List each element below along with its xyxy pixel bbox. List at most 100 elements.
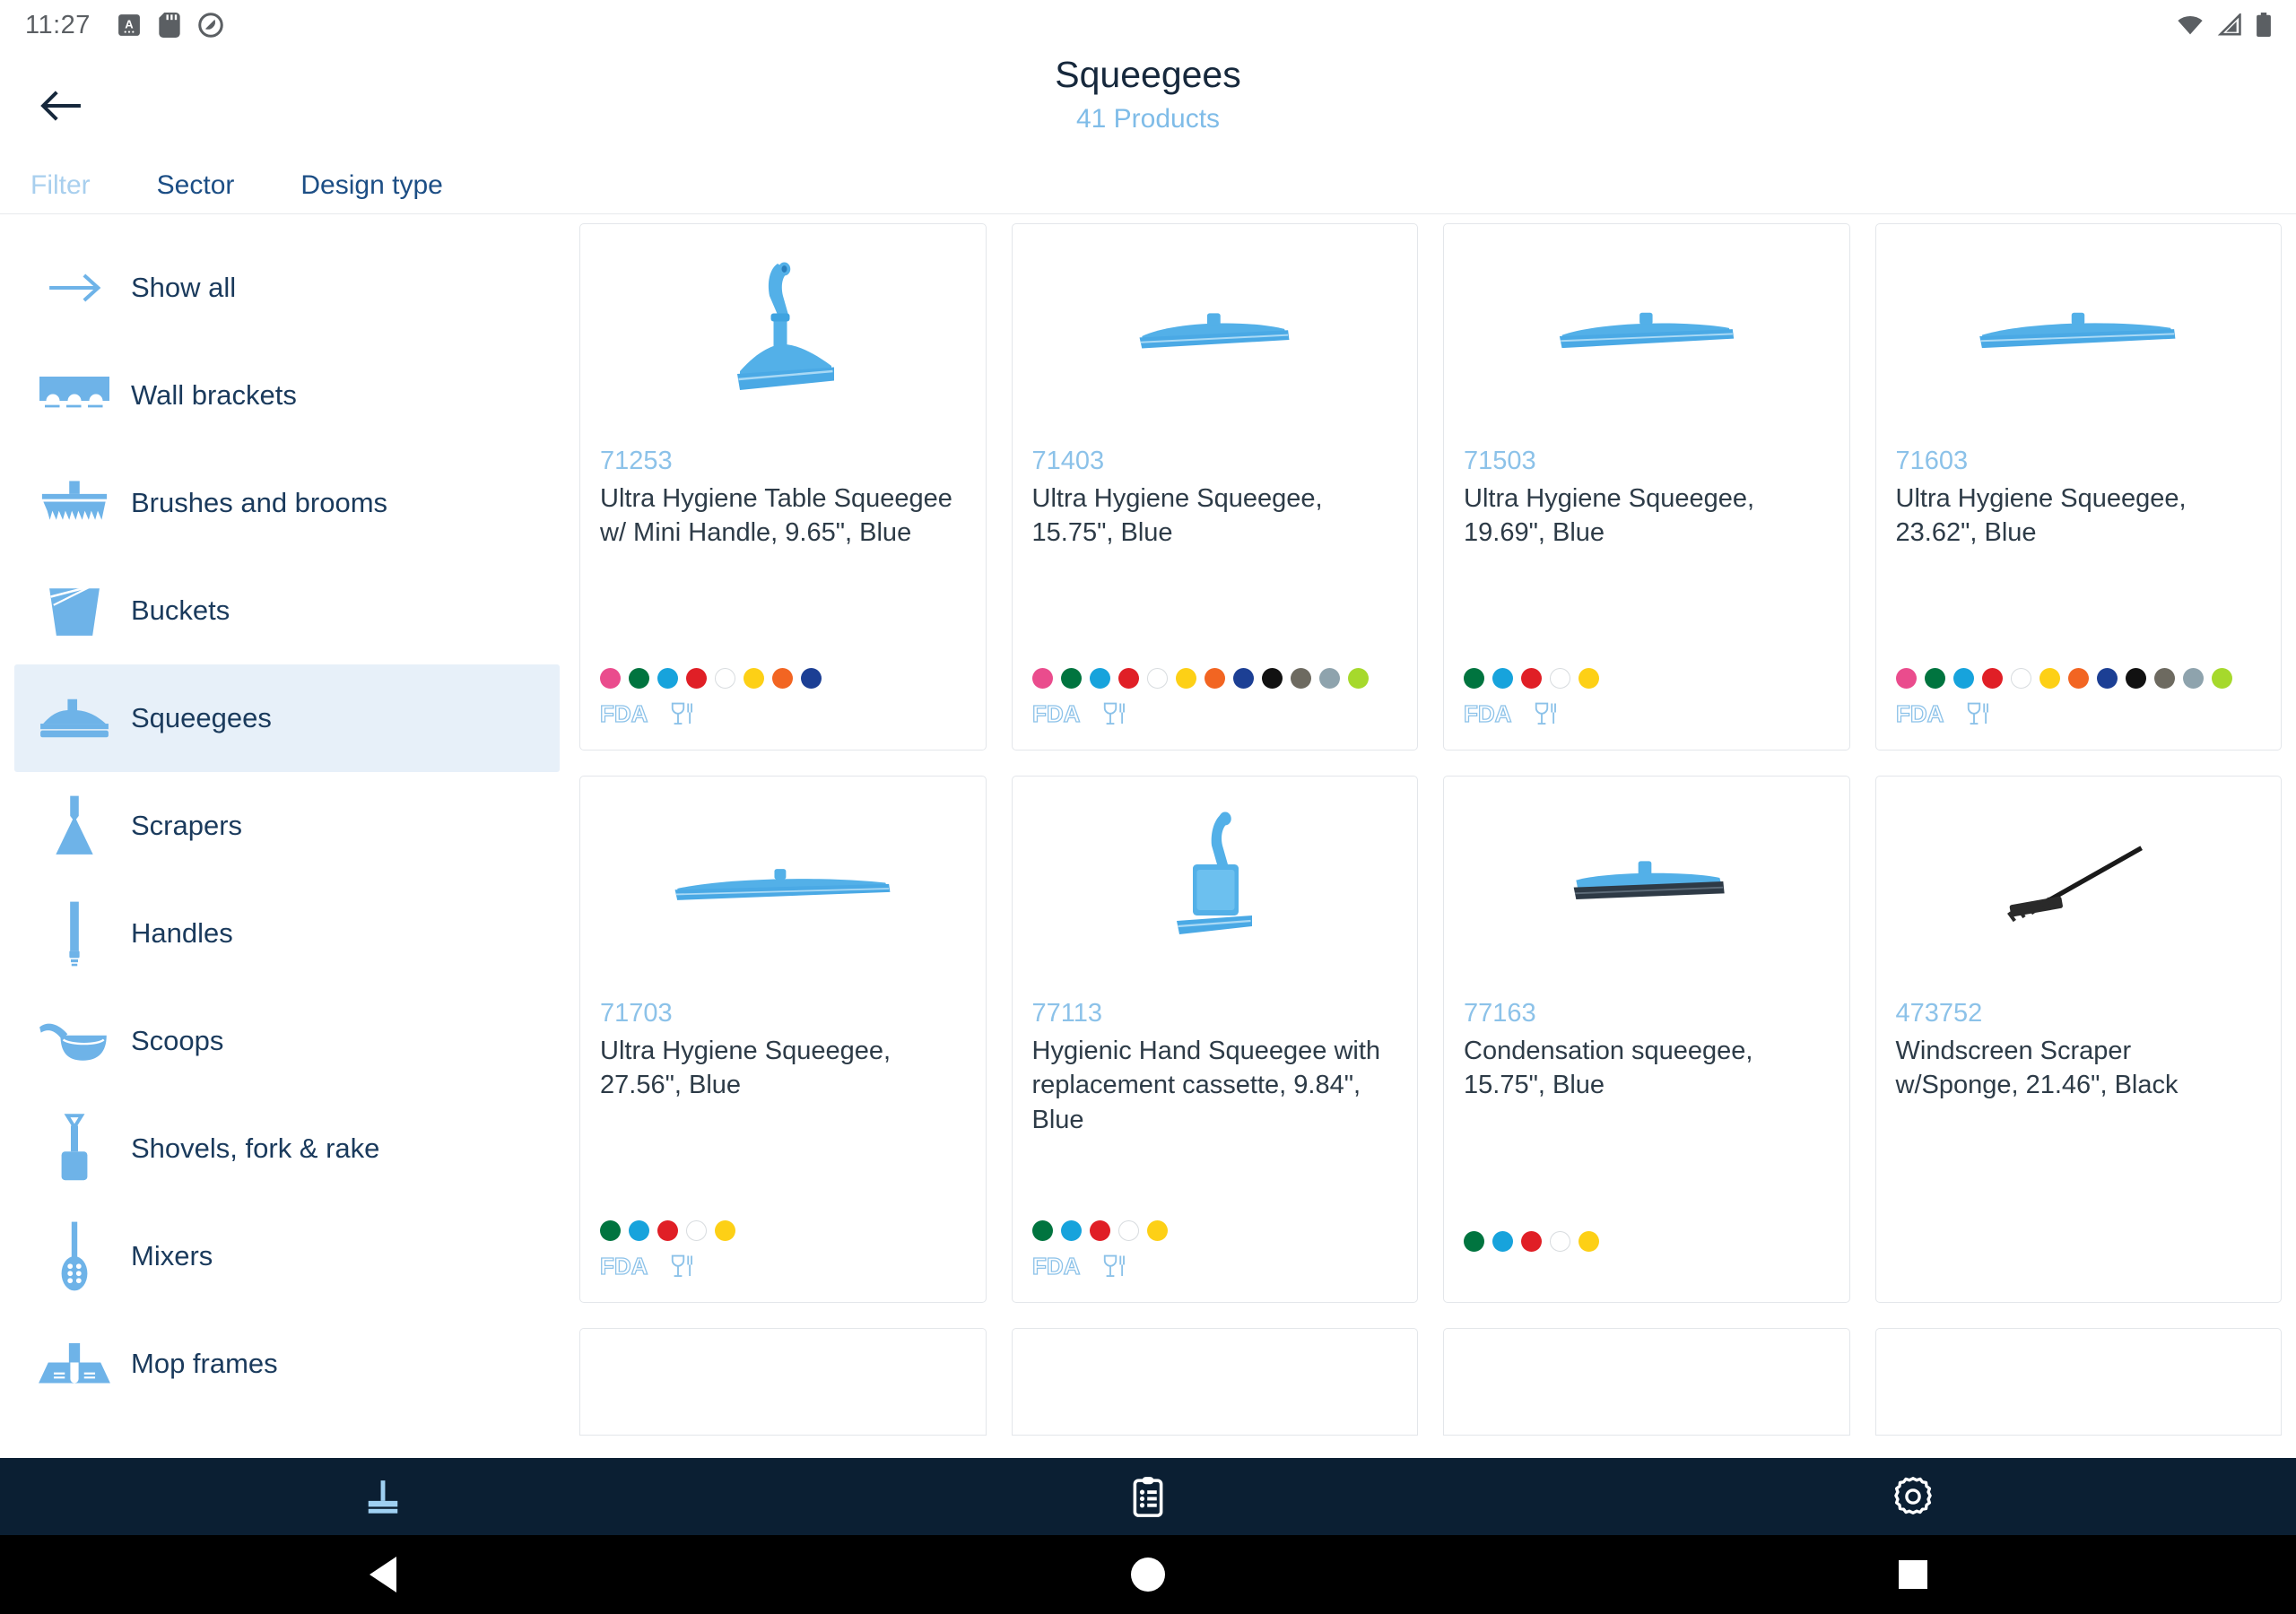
android-home-button[interactable]: [765, 1558, 1530, 1592]
color-swatch[interactable]: [1952, 668, 1974, 689]
category-sidebar[interactable]: Show all Wall brackets Brushes and broom…: [0, 214, 574, 1458]
tab-filter[interactable]: Filter: [30, 170, 91, 201]
color-swatch[interactable]: [629, 1220, 649, 1241]
color-swatches[interactable]: [1895, 668, 2262, 689]
color-swatch[interactable]: [1578, 1231, 1599, 1252]
sidebar-item-wall-brackets[interactable]: Wall brackets: [0, 342, 574, 449]
sidebar-item-brushes-and-brooms[interactable]: Brushes and brooms: [0, 449, 574, 557]
color-swatch[interactable]: [1578, 668, 1599, 689]
product-card[interactable]: 77163 Condensation squeegee, 15.75", Blu…: [1443, 776, 1850, 1303]
sidebar-item-handles[interactable]: Handles: [0, 880, 574, 987]
color-swatch[interactable]: [1521, 1231, 1542, 1252]
product-image: [600, 777, 966, 985]
product-count: 41 Products: [1075, 104, 1221, 134]
sidebar-item-buckets[interactable]: Buckets: [0, 557, 574, 664]
color-swatch[interactable]: [657, 1220, 678, 1241]
product-card[interactable]: [579, 1328, 987, 1436]
product-card[interactable]: 71703 Ultra Hygiene Squeegee, 27.56", Bl…: [579, 776, 987, 1303]
sidebar-item-shovels-fork-rake[interactable]: Shovels, fork & rake: [0, 1095, 574, 1202]
color-swatch[interactable]: [1089, 1220, 1110, 1241]
color-swatch[interactable]: [2039, 668, 2060, 689]
color-swatch[interactable]: [1492, 1231, 1513, 1252]
color-swatch[interactable]: [1060, 1220, 1082, 1241]
color-swatch[interactable]: [1031, 1220, 1053, 1241]
color-swatch[interactable]: [1118, 668, 1139, 689]
bottom-nav-list[interactable]: [765, 1473, 1530, 1520]
color-swatch[interactable]: [1031, 668, 1053, 689]
sidebar-item-squeegees[interactable]: Squeegees: [14, 664, 560, 772]
color-swatch[interactable]: [772, 668, 793, 689]
color-swatch[interactable]: [715, 668, 735, 689]
color-swatch[interactable]: [1550, 1231, 1570, 1252]
product-name: Ultra Hygiene Squeegee, 15.75", Blue: [1031, 484, 1323, 548]
product-card[interactable]: 77113 Hygienic Hand Squeegee with replac…: [1011, 776, 1418, 1303]
color-swatch[interactable]: [1895, 668, 1917, 689]
android-back-button[interactable]: [0, 1557, 765, 1592]
product-card[interactable]: [1443, 1328, 1850, 1436]
color-swatch[interactable]: [2010, 668, 2031, 689]
tab-sector[interactable]: Sector: [157, 170, 235, 201]
product-card[interactable]: 71603 Ultra Hygiene Squeegee, 23.62", Bl…: [1874, 223, 2282, 751]
color-swatch[interactable]: [1981, 668, 2003, 689]
color-swatch[interactable]: [2182, 668, 2204, 689]
color-swatch[interactable]: [629, 668, 649, 689]
color-swatches[interactable]: [1464, 1231, 1830, 1252]
color-swatch[interactable]: [1464, 668, 1484, 689]
color-swatch[interactable]: [2067, 668, 2089, 689]
sidebar-item-scrapers[interactable]: Scrapers: [0, 772, 574, 880]
color-swatch[interactable]: [1060, 668, 1082, 689]
back-button[interactable]: [32, 77, 90, 134]
color-swatch[interactable]: [1290, 668, 1311, 689]
color-swatch[interactable]: [1146, 668, 1168, 689]
color-swatches[interactable]: [1031, 668, 1398, 689]
color-swatch[interactable]: [1318, 668, 1340, 689]
product-card[interactable]: 71253 Ultra Hygiene Table Squeegee w/ Mi…: [579, 223, 987, 751]
sidebar-item-show-all[interactable]: Show all: [0, 234, 574, 342]
product-card[interactable]: 71403 Ultra Hygiene Squeegee, 15.75", Bl…: [1011, 223, 1418, 751]
product-card[interactable]: [1011, 1328, 1418, 1436]
color-swatch[interactable]: [744, 668, 764, 689]
product-card[interactable]: 71503 Ultra Hygiene Squeegee, 19.69", Bl…: [1443, 223, 1850, 751]
color-swatch[interactable]: [1550, 668, 1570, 689]
color-swatch[interactable]: [2153, 668, 2175, 689]
sidebar-item-mop-frames[interactable]: Mop frames: [0, 1310, 574, 1418]
color-swatch[interactable]: [2096, 668, 2118, 689]
color-swatch[interactable]: [686, 1220, 707, 1241]
color-swatch[interactable]: [801, 668, 822, 689]
color-swatch[interactable]: [715, 1220, 735, 1241]
color-swatch[interactable]: [1464, 1231, 1484, 1252]
color-swatch[interactable]: [1347, 668, 1369, 689]
sidebar-item-label: Handles: [131, 917, 233, 949]
color-swatches[interactable]: [600, 668, 966, 689]
color-swatch[interactable]: [1232, 668, 1254, 689]
color-swatch[interactable]: [686, 668, 707, 689]
color-swatch[interactable]: [600, 668, 621, 689]
color-swatch[interactable]: [1261, 668, 1283, 689]
color-swatch[interactable]: [1146, 1220, 1168, 1241]
color-swatch[interactable]: [1204, 668, 1225, 689]
product-card[interactable]: [1874, 1328, 2282, 1436]
sidebar-item-mixers[interactable]: Mixers: [0, 1202, 574, 1310]
color-swatch[interactable]: [1175, 668, 1196, 689]
color-swatches[interactable]: [1031, 1220, 1398, 1241]
product-footer: [1896, 1264, 2262, 1302]
tab-design-type[interactable]: Design type: [300, 170, 442, 201]
color-swatches[interactable]: [1464, 668, 1830, 689]
color-swatch[interactable]: [1924, 668, 1945, 689]
color-swatch[interactable]: [1492, 668, 1513, 689]
color-swatch[interactable]: [2125, 668, 2146, 689]
bottom-nav-products[interactable]: [0, 1473, 765, 1520]
color-swatch[interactable]: [1118, 1220, 1139, 1241]
sidebar-item-scoops[interactable]: Scoops: [0, 987, 574, 1095]
bottom-nav-settings[interactable]: [1531, 1472, 2296, 1521]
color-swatch[interactable]: [657, 668, 678, 689]
color-swatches[interactable]: [600, 1220, 966, 1241]
android-recents-button[interactable]: [1531, 1560, 2296, 1589]
color-swatch[interactable]: [600, 1220, 621, 1241]
product-badges: FDA: [1464, 701, 1830, 728]
color-swatch[interactable]: [1521, 668, 1542, 689]
color-swatch[interactable]: [1089, 668, 1110, 689]
sidebar-item-label: Mixers: [131, 1240, 213, 1271]
product-card[interactable]: 473752 Windscreen Scraper w/Sponge, 21.4…: [1874, 776, 2282, 1303]
color-swatch[interactable]: [2211, 668, 2232, 689]
